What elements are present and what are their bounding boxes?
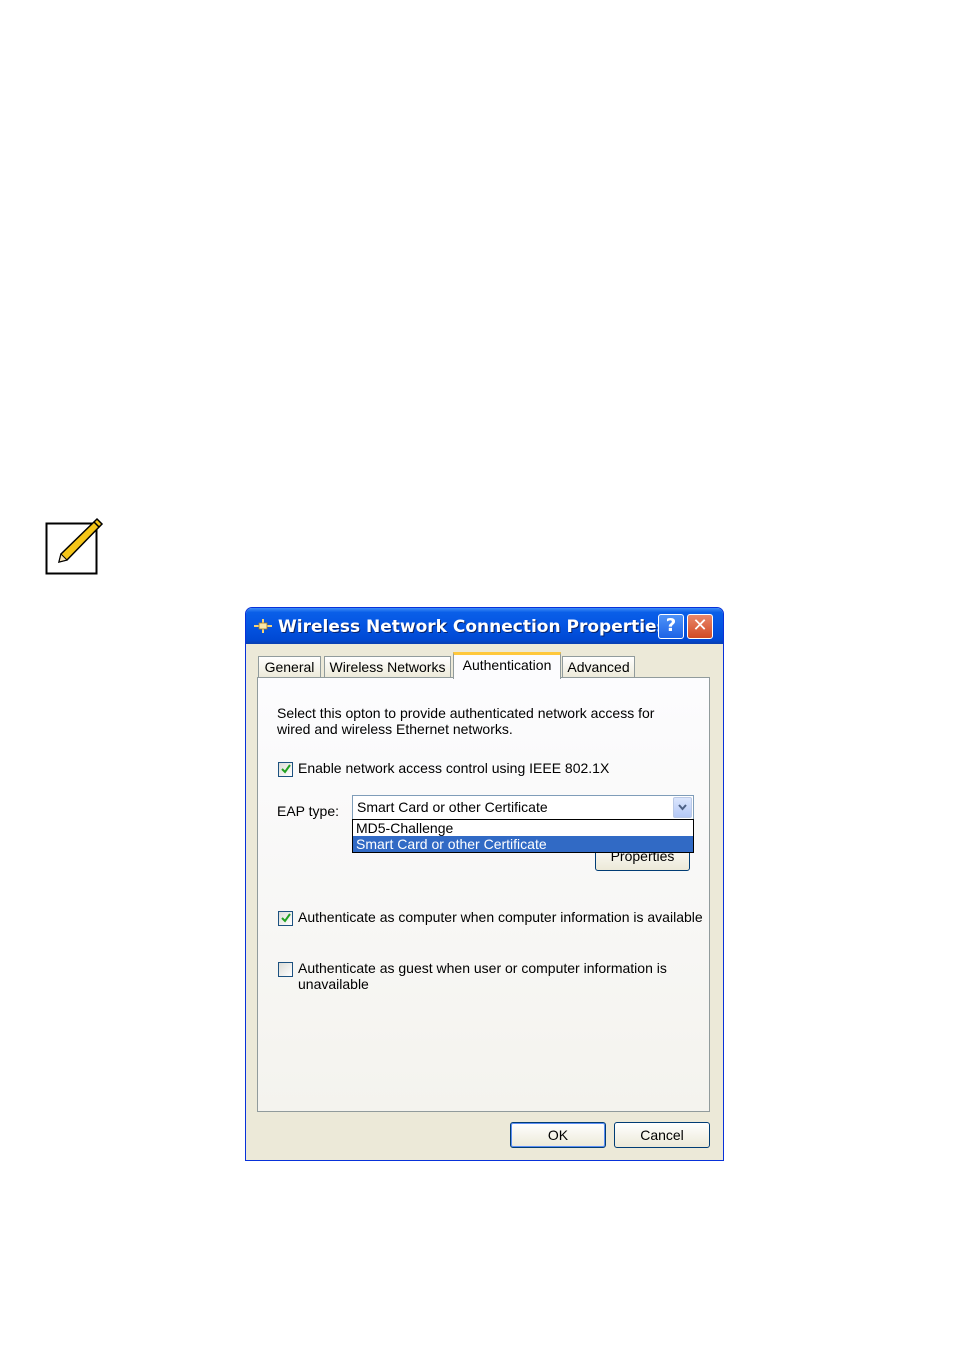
auth-as-guest-checkbox[interactable] [278, 962, 293, 977]
dialog-title: Wireless Network Connection Properties [278, 617, 667, 637]
description-text: Select this opton to provide authenticat… [277, 705, 677, 737]
authentication-panel: Select this opton to provide authenticat… [257, 677, 710, 1112]
tab-authentication[interactable]: Authentication [453, 652, 561, 679]
checkmark-icon [281, 913, 291, 923]
auth-as-computer-checkbox[interactable] [278, 911, 293, 926]
description-line-1: Select this opton to provide authenticat… [277, 705, 655, 721]
title-bar[interactable]: Wireless Network Connection Properties ?… [246, 608, 723, 644]
eap-type-value: Smart Card or other Certificate [357, 799, 548, 815]
eap-type-select[interactable]: Smart Card or other Certificate [352, 795, 694, 820]
note-pencil-icon [45, 517, 104, 575]
dropdown-arrow-button[interactable] [673, 797, 692, 818]
auth-as-computer-label[interactable]: Authenticate as computer when computer i… [298, 909, 703, 925]
description-line-2: wired and wireless Ethernet networks. [277, 721, 513, 737]
tab-wireless-networks[interactable]: Wireless Networks [324, 656, 451, 678]
tab-advanced[interactable]: Advanced [562, 656, 635, 678]
auth-as-guest-label[interactable]: Authenticate as guest when user or compu… [298, 960, 667, 992]
enable-8021x-label[interactable]: Enable network access control using IEEE… [298, 760, 609, 776]
ok-button[interactable]: OK [510, 1122, 606, 1148]
eap-type-dropdown-list: MD5-Challenge Smart Card or other Certif… [352, 819, 694, 853]
chevron-down-icon [678, 804, 687, 811]
auth-as-guest-line-1: Authenticate as guest when user or compu… [298, 960, 667, 976]
network-plug-icon [254, 619, 272, 633]
properties-dialog: Wireless Network Connection Properties ?… [245, 607, 724, 1161]
tab-general[interactable]: General [258, 656, 321, 678]
auth-as-guest-line-2: unavailable [298, 976, 369, 992]
option-smart-card[interactable]: Smart Card or other Certificate [353, 836, 693, 852]
close-button[interactable]: ✕ [687, 614, 713, 639]
eap-type-label: EAP type: [277, 803, 340, 819]
option-md5-challenge[interactable]: MD5-Challenge [353, 820, 693, 836]
checkmark-icon [281, 764, 291, 774]
help-button[interactable]: ? [658, 614, 684, 639]
cancel-button[interactable]: Cancel [614, 1122, 710, 1148]
enable-8021x-checkbox[interactable] [278, 762, 293, 777]
